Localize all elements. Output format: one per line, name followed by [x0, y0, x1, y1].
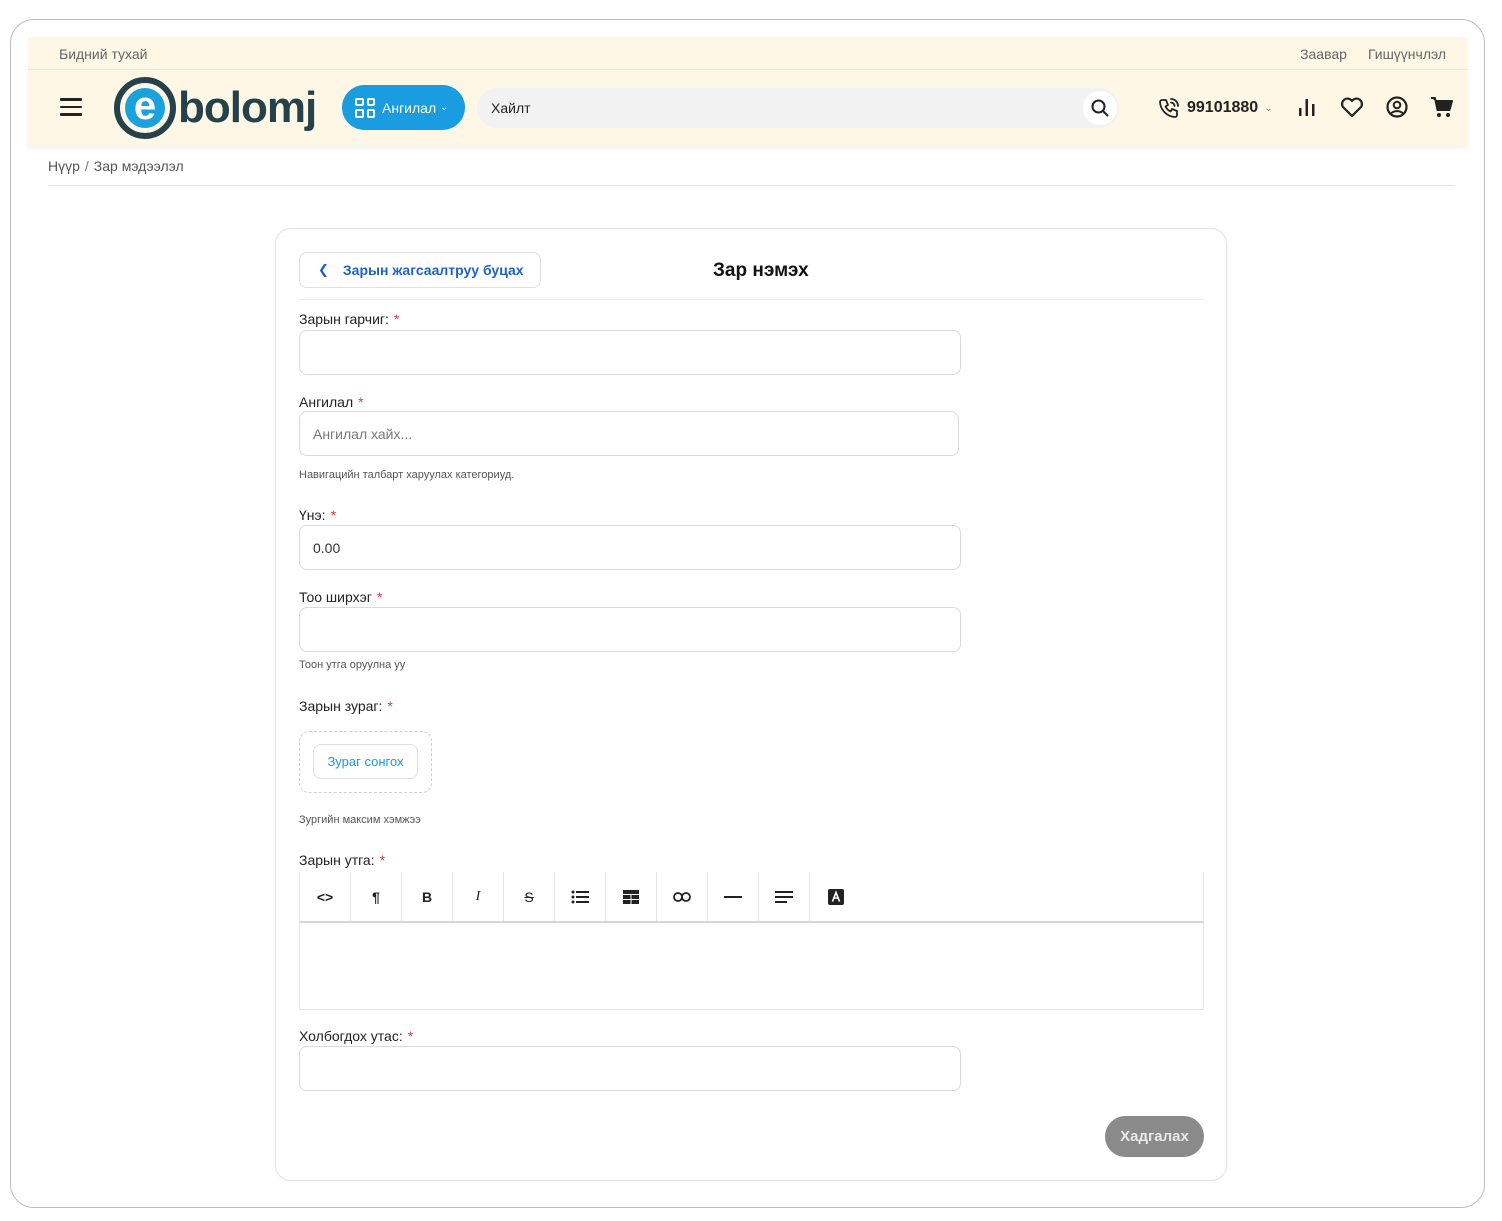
required-mark: * [379, 852, 386, 868]
logo-text: bolomj [178, 83, 317, 132]
link-icon [673, 891, 691, 902]
chevron-down-icon: ⌄ [1264, 102, 1273, 114]
required-mark: * [407, 1028, 414, 1044]
about-link[interactable]: Бидний тухай [59, 46, 147, 62]
strikethrough-icon: S [524, 888, 534, 905]
table-button[interactable] [606, 872, 657, 921]
page-title: Зар нэмэх [713, 260, 809, 281]
title-label: Зарын гарчиг: * [299, 311, 400, 327]
save-button[interactable]: Хадгалах [1105, 1116, 1204, 1157]
required-mark: * [376, 589, 383, 605]
chevron-left-icon: ❮ [318, 262, 329, 277]
logo[interactable]: e bolomj [114, 77, 317, 139]
breadcrumb: Нүүр / Зар мэдээлэл [48, 158, 184, 174]
phone-icon [1159, 98, 1179, 118]
price-input[interactable]: 0.00 [299, 525, 961, 570]
add-listing-card: ❮ Зарын жагсаалтруу буцах Зар нэмэх Зары… [275, 228, 1227, 1181]
contact-phone-input[interactable] [299, 1046, 961, 1091]
breadcrumb-separator: / [84, 158, 89, 174]
paragraph-button[interactable]: ¶ [351, 872, 402, 921]
bullet-list-button[interactable] [555, 872, 606, 921]
breadcrumb-current: Зар мэдээлэл [93, 158, 184, 174]
price-label: Үнэ: * [299, 507, 337, 523]
required-mark: * [393, 311, 400, 327]
required-mark: * [330, 507, 337, 523]
text-color-icon [827, 888, 844, 905]
search-icon [1091, 99, 1109, 117]
image-dropzone[interactable]: Зураг сонгох [299, 731, 432, 793]
menu-icon[interactable] [60, 98, 82, 116]
category-help-text: Навигацийн талбарт харуулах категориуд. [299, 469, 515, 481]
chevron-down-icon: ⌄ [440, 102, 449, 113]
main-header: e bolomj Ангилал ⌄ Хайлт 99101880 ⌄ [28, 70, 1468, 146]
quantity-help-text: Тоон утга оруулна уу [299, 659, 406, 671]
required-mark: * [387, 698, 393, 714]
breadcrumb-divider [48, 185, 1455, 186]
italic-icon: I [475, 888, 481, 904]
paragraph-icon: ¶ [372, 888, 380, 905]
search-bar[interactable]: Хайлт [477, 88, 1119, 128]
compare-icon[interactable] [1293, 93, 1321, 121]
horizontal-rule-button[interactable] [708, 872, 759, 921]
link-button[interactable] [657, 872, 708, 921]
heart-icon[interactable] [1338, 93, 1366, 121]
phone-menu[interactable]: 99101880 ⌄ [1157, 96, 1273, 120]
breadcrumb-home[interactable]: Нүүр [48, 158, 80, 174]
align-left-icon [775, 890, 793, 903]
quantity-input[interactable] [299, 607, 961, 652]
bold-icon: B [421, 888, 433, 905]
contact-phone-label: Холбогдох утас: * [299, 1028, 414, 1044]
required-mark: * [358, 394, 364, 410]
guide-link[interactable]: Заавар [1300, 46, 1347, 62]
category-button[interactable]: Ангилал ⌄ [342, 85, 465, 130]
category-search-input[interactable]: Ангилал хайх... [299, 411, 959, 456]
italic-button[interactable]: I [453, 872, 504, 921]
align-button[interactable] [759, 872, 810, 921]
card-divider [299, 299, 1204, 300]
content-label: Зарын утга: * [299, 852, 386, 868]
text-color-button[interactable] [810, 872, 861, 921]
phone-number: 99101880 [1187, 99, 1259, 116]
content-editor[interactable] [299, 923, 1204, 1010]
grid-icon [355, 97, 375, 118]
browser-frame: Бидний тухай Заавар Гишүүнчлэл e bolomj … [10, 19, 1485, 1208]
bold-button[interactable]: B [402, 872, 453, 921]
category-button-label: Ангилал [382, 99, 437, 116]
search-button[interactable] [1083, 91, 1117, 125]
editor-toolbar: <> ¶ B I S [299, 872, 1204, 923]
category-label: Ангилал * [299, 394, 364, 410]
image-label: Зарын зураг: * [299, 698, 393, 714]
quantity-label: Тоо ширхэг * [299, 589, 383, 605]
top-bar: Бидний тухай Заавар Гишүүнчлэл [28, 37, 1468, 70]
back-button-label: Зарын жагсаалтруу буцах [342, 262, 524, 278]
back-to-list-button[interactable]: ❮ Зарын жагсаалтруу буцах [299, 252, 541, 288]
image-help-text: Зургийн максим хэмжээ [299, 814, 421, 826]
horizontal-rule-icon [724, 895, 742, 898]
table-icon [623, 889, 639, 904]
list-icon [571, 890, 589, 903]
user-icon[interactable] [1383, 93, 1411, 121]
code-icon: <> [316, 888, 334, 905]
membership-link[interactable]: Гишүүнчлэл [1368, 46, 1446, 62]
code-view-button[interactable]: <> [300, 872, 351, 921]
search-input[interactable]: Хайлт [491, 100, 531, 116]
top-links: Заавар Гишүүнчлэл [1300, 46, 1446, 62]
cart-icon[interactable] [1428, 93, 1456, 121]
choose-image-button[interactable]: Зураг сонгох [313, 744, 418, 779]
title-input[interactable] [299, 330, 961, 375]
strikethrough-button[interactable]: S [504, 872, 555, 921]
logo-mark: e [114, 77, 176, 139]
